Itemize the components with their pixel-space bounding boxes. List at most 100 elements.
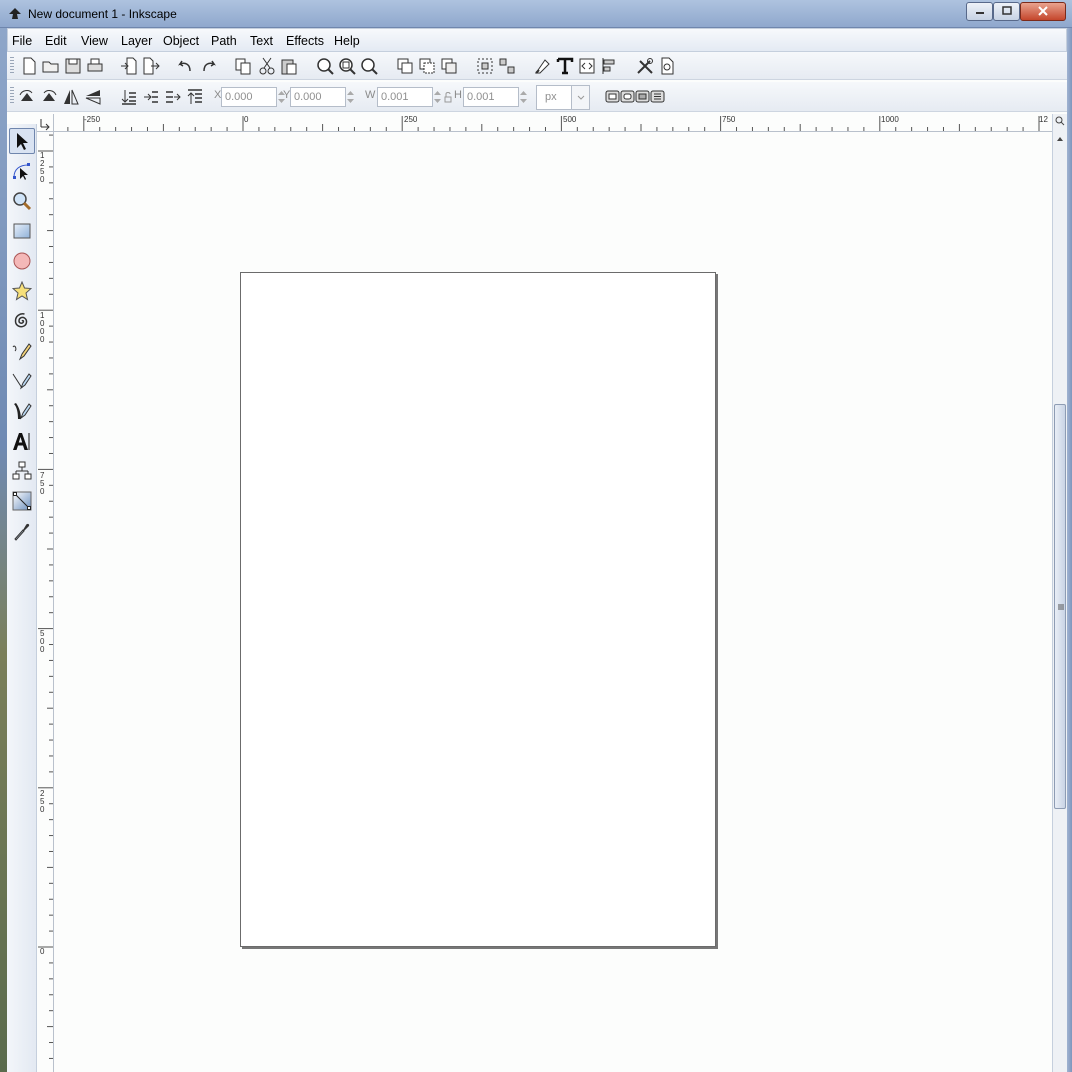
raise-top-button[interactable] [185, 87, 205, 107]
rotate-cw-button[interactable] [39, 87, 59, 107]
fill-stroke-button[interactable] [533, 56, 553, 76]
lower-button[interactable] [141, 87, 161, 107]
menu-object[interactable]: Object [163, 34, 199, 48]
scale-corners-icon [620, 90, 635, 103]
menu-file[interactable]: File [12, 34, 32, 48]
cut-button[interactable] [257, 56, 277, 76]
text-font-button[interactable] [555, 56, 575, 76]
selector-tool[interactable] [9, 128, 35, 154]
menu-edit[interactable]: Edit [45, 34, 67, 48]
group-button[interactable] [475, 56, 495, 76]
close-button[interactable] [1020, 2, 1066, 21]
menu-text[interactable]: Text [250, 34, 273, 48]
dropper-icon [14, 523, 30, 541]
h-label: H [454, 89, 462, 101]
undo-button[interactable] [175, 56, 195, 76]
unlink-clone-icon [441, 58, 457, 74]
save-button[interactable] [63, 56, 83, 76]
print-button[interactable] [85, 56, 105, 76]
rotate-ccw-icon [19, 90, 33, 101]
menu-help[interactable]: Help [334, 34, 360, 48]
zoom-selection-button[interactable] [315, 56, 335, 76]
dropper-tool[interactable] [9, 518, 35, 544]
vertical-ruler[interactable]: 1250 1000 750 500 250 0 [37, 132, 54, 1072]
raise-to-top-button[interactable] [119, 87, 139, 107]
vruler-label: 750 [40, 471, 45, 496]
x-input[interactable]: 0.000 [221, 87, 277, 107]
document-properties-button[interactable] [657, 56, 677, 76]
flip-vertical-button[interactable] [83, 87, 103, 107]
raise-button[interactable] [163, 87, 183, 107]
connector-tool[interactable] [9, 458, 35, 484]
group-icon [477, 58, 493, 74]
xml-editor-button[interactable] [577, 56, 597, 76]
zoom-corner-icon[interactable] [1055, 116, 1065, 126]
export-button[interactable] [141, 56, 161, 76]
unlink-clone-button[interactable] [439, 56, 459, 76]
preferences-button[interactable] [635, 56, 655, 76]
xml-editor-icon [579, 58, 595, 74]
new-document-button[interactable] [19, 56, 39, 76]
menu-effects[interactable]: Effects [286, 34, 324, 48]
redo-button[interactable] [199, 56, 219, 76]
y-spin-arrows-icon[interactable] [346, 87, 355, 107]
scissors-icon [259, 57, 275, 75]
ellipse-tool[interactable] [9, 248, 35, 274]
minimize-button[interactable] [966, 2, 993, 21]
ungroup-button[interactable] [497, 56, 517, 76]
unit-dropdown[interactable] [571, 86, 589, 109]
pencil-tool[interactable] [9, 338, 35, 364]
lower-icon [144, 91, 158, 103]
node-tool[interactable] [9, 158, 35, 184]
zoom-drawing-button[interactable] [337, 56, 357, 76]
inkscape-logo-icon [9, 8, 21, 19]
spiral-icon [14, 313, 28, 328]
scrollbar-thumb[interactable] [1054, 404, 1066, 809]
horizontal-ruler[interactable]: -250 0 250 500 750 1000 12 [54, 114, 1052, 132]
flip-horizontal-button[interactable] [61, 87, 81, 107]
text-tool[interactable] [9, 428, 35, 454]
unit-select[interactable]: px [536, 85, 590, 110]
y-input[interactable]: 0.000 [290, 87, 346, 107]
h-input[interactable]: 0.001 [463, 87, 519, 107]
window-title: New document 1 - Inkscape [28, 7, 177, 21]
copy-button[interactable] [233, 56, 253, 76]
toolbar-grip[interactable] [10, 87, 14, 105]
gradient-tool[interactable] [9, 488, 35, 514]
menu-view[interactable]: View [81, 34, 108, 48]
zoom-page-button[interactable] [359, 56, 379, 76]
window-frame-right [1067, 28, 1072, 1072]
calligraphy-tool[interactable] [9, 398, 35, 424]
horizontal-ruler-ticks [67, 116, 1040, 131]
import-button[interactable] [119, 56, 139, 76]
w-input[interactable]: 0.001 [377, 87, 433, 107]
raise-to-top-icon [187, 89, 202, 104]
rotate-ccw-button[interactable] [17, 87, 37, 107]
scroll-up-arrow-icon[interactable] [1055, 134, 1065, 144]
page-area[interactable] [240, 272, 716, 947]
menu-path[interactable]: Path [211, 34, 237, 48]
open-button[interactable] [41, 56, 61, 76]
pen-tool[interactable] [9, 368, 35, 394]
commands-toolbar [7, 52, 1067, 80]
toolbar-grip[interactable] [10, 57, 14, 75]
hruler-label: 500 [563, 115, 577, 124]
spiral-tool[interactable] [9, 308, 35, 334]
lock-ratio-icon[interactable] [444, 91, 452, 103]
star-tool[interactable] [9, 278, 35, 304]
vertical-scrollbar[interactable] [1052, 114, 1067, 1072]
menu-layer[interactable]: Layer [121, 34, 152, 48]
h-spin-arrows-icon[interactable] [519, 87, 528, 107]
fill-stroke-icon [535, 59, 550, 74]
zoom-tool[interactable] [9, 188, 35, 214]
duplicate-button[interactable] [395, 56, 415, 76]
w-spin-arrows-icon[interactable] [433, 87, 442, 107]
text-tool-icon [13, 433, 30, 450]
clone-button[interactable] [417, 56, 437, 76]
vertical-ruler-ticks [38, 134, 53, 1059]
move-patterns-button[interactable] [650, 87, 670, 107]
paste-button[interactable] [279, 56, 299, 76]
maximize-button[interactable] [993, 2, 1020, 21]
align-distribute-button[interactable] [599, 56, 619, 76]
rectangle-tool[interactable] [9, 218, 35, 244]
